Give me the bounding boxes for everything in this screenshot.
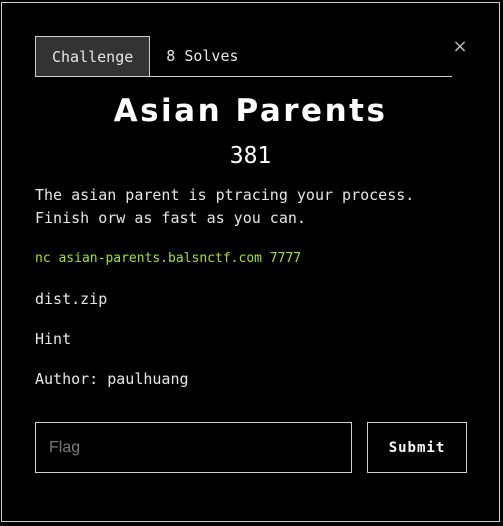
hint-link[interactable]: Hint [35, 330, 71, 348]
tab-challenge[interactable]: Challenge [35, 36, 151, 76]
close-icon[interactable]: × [452, 38, 468, 56]
challenge-title: Asian Parents [113, 93, 388, 129]
challenge-author: Author: paulhuang [35, 370, 189, 388]
file-download-link[interactable]: dist.zip [35, 290, 107, 308]
connection-command: nc asian-parents.balsnctf.com 7777 [35, 251, 302, 266]
challenge-modal: × Challenge 8 Solves Asian Parents 381 T… [1, 2, 500, 522]
modal-tabs: Challenge 8 Solves [35, 36, 452, 77]
submit-button[interactable]: Submit [367, 422, 467, 473]
challenge-points: 381 [229, 143, 272, 169]
flag-input[interactable] [35, 422, 352, 473]
description-line: The asian parent is ptracing your proces… [35, 186, 415, 204]
tab-solves[interactable]: 8 Solves [150, 36, 254, 76]
challenge-description: The asian parent is ptracing your proces… [35, 184, 465, 230]
description-line: Finish orw as fast as you can. [35, 209, 306, 227]
